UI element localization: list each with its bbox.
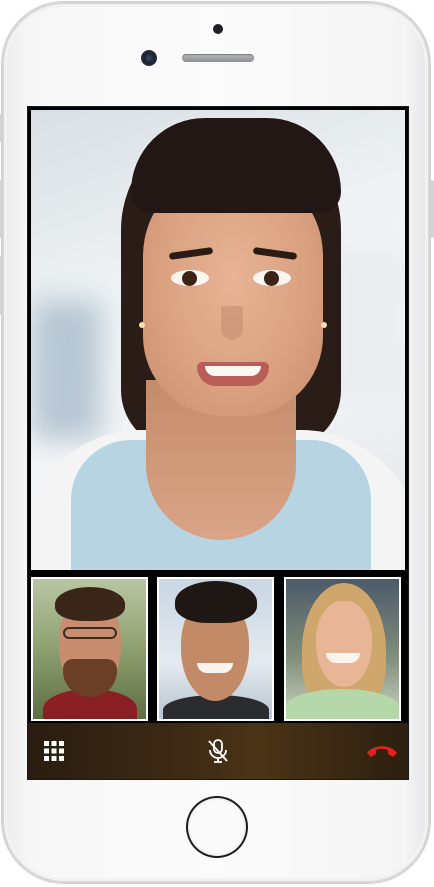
phone-frame — [0, 2, 434, 883]
proximity-sensor — [213, 24, 223, 34]
volume-up-button — [0, 180, 2, 238]
participant-thumbnail-1[interactable] — [31, 577, 148, 721]
call-screen — [28, 107, 408, 779]
earpiece-speaker — [182, 54, 254, 62]
participant-thumbnail-2[interactable] — [157, 577, 274, 721]
main-video-feed[interactable] — [31, 110, 405, 570]
call-controls-bar — [28, 723, 408, 779]
front-camera-icon — [141, 50, 157, 66]
keypad-grid-icon — [44, 741, 64, 761]
silent-switch — [0, 114, 2, 142]
power-button — [430, 180, 434, 238]
phone-hangup-icon — [367, 746, 397, 757]
microphone-muted-icon — [208, 739, 228, 763]
mute-button[interactable] — [200, 733, 236, 769]
home-button[interactable] — [186, 796, 248, 858]
hangup-button[interactable] — [364, 733, 400, 769]
keypad-button[interactable] — [36, 733, 72, 769]
participant-thumbnail-3[interactable] — [284, 577, 401, 721]
glasses-icon — [63, 627, 117, 639]
volume-down-button — [0, 256, 2, 314]
